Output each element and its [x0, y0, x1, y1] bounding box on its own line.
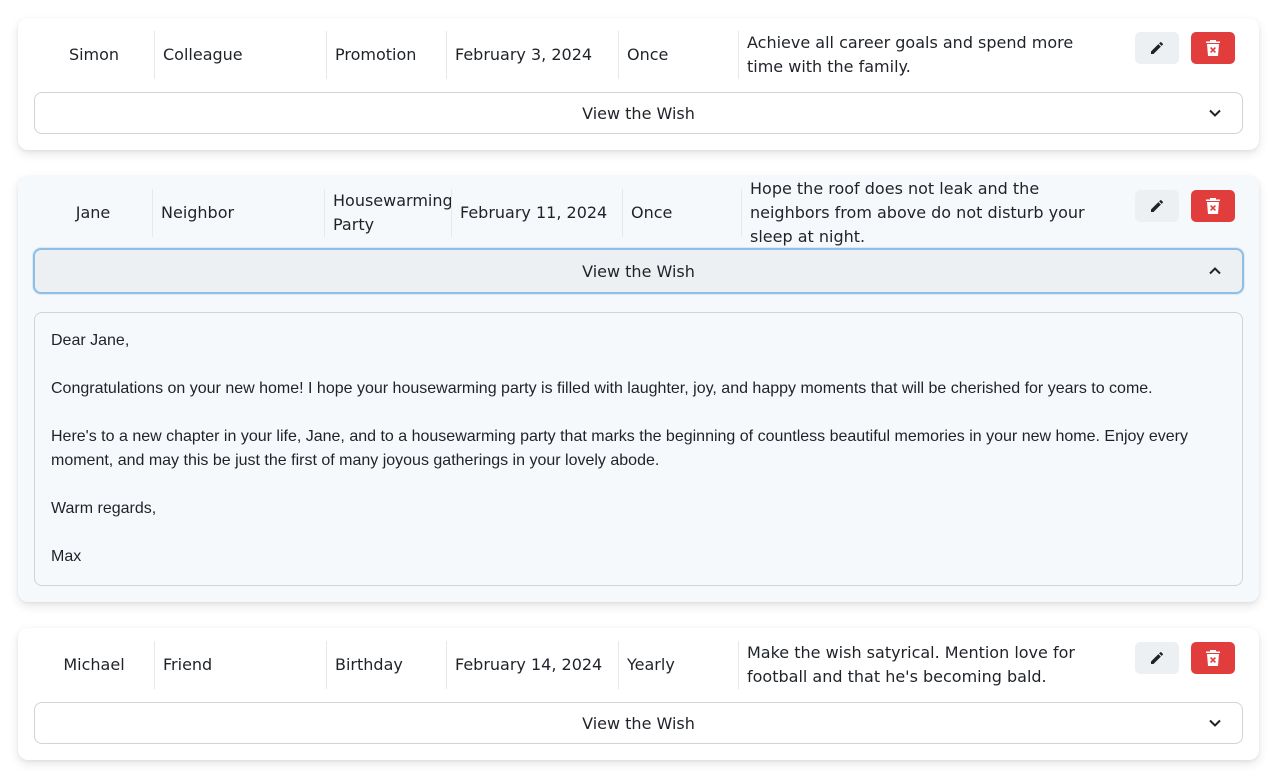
delete-button[interactable]	[1191, 190, 1235, 222]
relation: Neighbor	[152, 189, 324, 237]
wish-note: Make the wish satyrical. Mention love fo…	[738, 641, 1113, 689]
view-wish-label: View the Wish	[582, 261, 695, 281]
edit-button[interactable]	[1135, 190, 1179, 222]
delete-button[interactable]	[1191, 642, 1235, 674]
pencil-icon	[1151, 651, 1164, 664]
chevron-down-icon	[1208, 106, 1222, 120]
occasion: Housewarming Party	[324, 189, 453, 237]
wish-signature: Max	[51, 548, 82, 565]
chevron-down-icon	[1208, 716, 1222, 730]
wish-closing: Warm regards,	[51, 500, 157, 517]
pencil-icon	[1151, 199, 1164, 212]
wish-date: February 3, 2024	[446, 31, 618, 79]
wish-card: Michael Friend Birthday February 14, 202…	[18, 628, 1259, 760]
delete-button[interactable]	[1191, 32, 1235, 64]
wish-card: Jane Neighbor Housewarming Party Februar…	[18, 176, 1259, 602]
frequency: Once	[622, 189, 741, 237]
chevron-up-icon	[1208, 264, 1222, 278]
edit-button[interactable]	[1135, 32, 1179, 64]
pencil-icon	[1151, 41, 1164, 54]
frequency: Yearly	[618, 641, 738, 689]
wish-card: Simon Colleague Promotion February 3, 20…	[18, 18, 1259, 150]
view-wish-label: View the Wish	[582, 713, 695, 733]
wish-date: February 14, 2024	[446, 641, 618, 689]
trash-icon	[1206, 650, 1220, 666]
trash-icon	[1206, 40, 1220, 56]
trash-icon	[1206, 198, 1220, 214]
recipient-name: Michael	[63, 655, 125, 674]
view-wish-toggle[interactable]: View the Wish	[33, 248, 1244, 294]
occasion: Promotion	[326, 31, 446, 79]
wish-date: February 11, 2024	[451, 189, 622, 237]
wish-text-panel: Dear Jane, Congratulations on your new h…	[34, 312, 1243, 586]
occasion: Birthday	[326, 641, 446, 689]
wish-note: Achieve all career goals and spend more …	[738, 31, 1098, 79]
edit-button[interactable]	[1135, 642, 1179, 674]
wish-greeting: Dear Jane,	[51, 332, 130, 349]
wish-row: Jane Neighbor Housewarming Party Februar…	[18, 176, 1259, 248]
view-wish-label: View the Wish	[582, 103, 695, 123]
wish-row: Michael Friend Birthday February 14, 202…	[18, 628, 1259, 702]
frequency: Once	[618, 31, 738, 79]
relation: Friend	[154, 641, 326, 689]
wish-paragraph: Congratulations on your new home! I hope…	[51, 380, 1153, 397]
wish-paragraph: Here's to a new chapter in your life, Ja…	[51, 428, 1188, 469]
view-wish-toggle[interactable]: View the Wish	[34, 702, 1243, 744]
wish-note: Hope the roof does not leak and the neig…	[741, 179, 1107, 246]
recipient-name: Simon	[68, 45, 120, 64]
recipient-name: Jane	[75, 203, 111, 222]
view-wish-toggle[interactable]: View the Wish	[34, 92, 1243, 134]
wish-row: Simon Colleague Promotion February 3, 20…	[18, 18, 1259, 92]
relation: Colleague	[154, 31, 326, 79]
